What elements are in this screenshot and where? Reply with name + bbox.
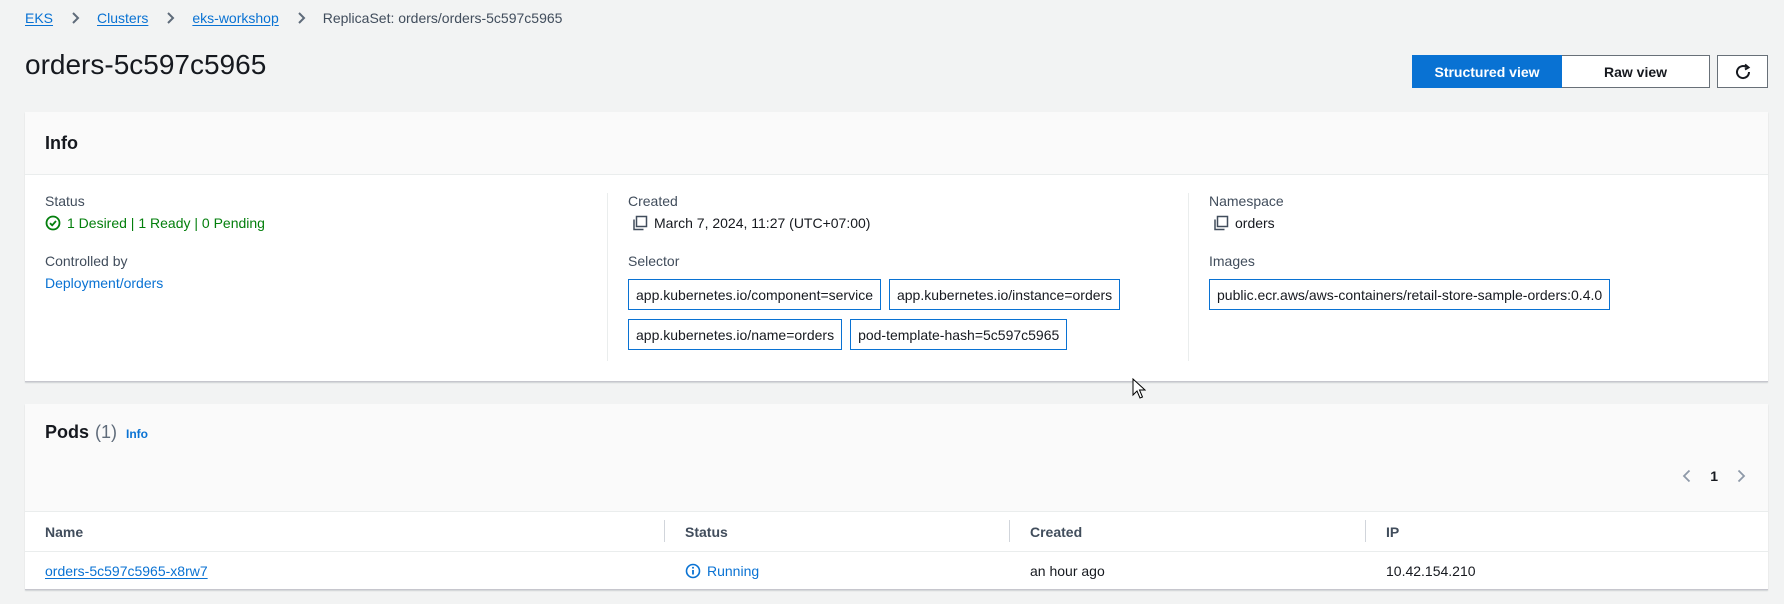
page-number[interactable]: 1 [1710,468,1718,484]
status-label: Status [45,193,85,209]
selector-tag: app.kubernetes.io/name=orders [628,319,843,350]
info-title: Info [45,132,78,153]
pods-count: (1) [95,422,118,442]
check-circle-icon [45,215,61,231]
status-value: 1 Desired | 1 Ready | 0 Pending [45,215,605,231]
info-panel: Info Status 1 Desired | 1 Ready | 0 Pend… [25,112,1768,382]
info-panel-header: Info [25,112,1768,175]
copy-icon[interactable] [632,215,648,231]
created-text: March 7, 2024, 11:27 (UTC+07:00) [654,215,871,231]
pods-title: Pods (1) Info [45,422,148,443]
selector-tag: app.kubernetes.io/instance=orders [888,279,1121,310]
created-value: March 7, 2024, 11:27 (UTC+07:00) [628,215,1187,231]
created-label: Created [628,193,678,209]
pods-info-link[interactable]: Info [126,427,148,441]
image-tag: public.ecr.aws/aws-containers/retail-sto… [1209,279,1611,310]
chevron-right-icon [160,12,180,24]
view-toggle: Structured view Raw view [1412,55,1710,88]
pod-created: an hour ago [1030,563,1105,579]
namespace-label: Namespace [1209,193,1284,209]
mouse-cursor-icon [1132,378,1146,399]
copy-icon[interactable] [1213,215,1229,231]
selector-list: app.kubernetes.io/component=service app.… [628,279,1188,350]
selector-tag: pod-template-hash=5c597c5965 [850,319,1068,350]
info-column-2: Created March 7, 2024, 11:27 (UTC+07:00)… [607,193,1187,361]
refresh-icon [1735,63,1750,79]
info-column-3: Namespace orders Images public.ecr.aws/a… [1188,193,1748,361]
chevron-right-icon[interactable] [1734,469,1748,483]
chevron-right-icon [291,12,311,24]
table-row: orders-5c597c5965-x8rw7 Running an hour … [25,552,1768,590]
pagination: 1 [1680,468,1748,484]
namespace-text: orders [1235,215,1275,231]
images-label: Images [1209,253,1255,269]
structured-view-button[interactable]: Structured view [1412,55,1562,88]
status-text: 1 Desired | 1 Ready | 0 Pending [67,215,265,231]
pod-name-link[interactable]: orders-5c597c5965-x8rw7 [45,563,208,579]
selector-label: Selector [628,253,680,269]
pod-status: Running [685,563,1010,579]
breadcrumb-current: ReplicaSet: orders/orders-5c597c5965 [322,10,563,26]
pods-panel-header: Pods (1) Info 1 [25,404,1768,512]
breadcrumb-cluster[interactable]: eks-workshop [192,10,278,26]
breadcrumb-clusters[interactable]: Clusters [97,10,148,26]
pods-panel: Pods (1) Info 1 Name Status Created IP o… [25,404,1768,590]
pods-title-text: Pods [45,422,90,442]
page-title: orders-5c597c5965 [25,49,267,80]
column-header-name[interactable]: Name [25,519,665,542]
pod-ip: 10.42.154.210 [1386,563,1476,579]
chevron-right-icon [65,12,85,24]
selector-tag: app.kubernetes.io/component=service [628,279,881,310]
pod-status-text: Running [707,563,760,579]
images-list: public.ecr.aws/aws-containers/retail-sto… [1209,279,1769,310]
refresh-button[interactable] [1717,55,1768,88]
info-circle-icon [685,563,701,579]
raw-view-button[interactable]: Raw view [1562,55,1710,88]
column-header-status[interactable]: Status [665,519,1010,542]
table-header: Name Status Created IP [25,512,1768,552]
controlled-by-link[interactable]: Deployment/orders [45,275,163,291]
namespace-value: orders [1209,215,1748,231]
breadcrumb: EKS Clusters eks-workshop ReplicaSet: or… [25,10,562,26]
breadcrumb-eks[interactable]: EKS [25,10,53,26]
column-header-ip[interactable]: IP [1366,524,1766,540]
pods-table: Name Status Created IP orders-5c597c5965… [25,512,1768,590]
column-header-created[interactable]: Created [1010,519,1366,542]
chevron-left-icon[interactable] [1680,469,1694,483]
controlled-by-label: Controlled by [45,253,128,269]
